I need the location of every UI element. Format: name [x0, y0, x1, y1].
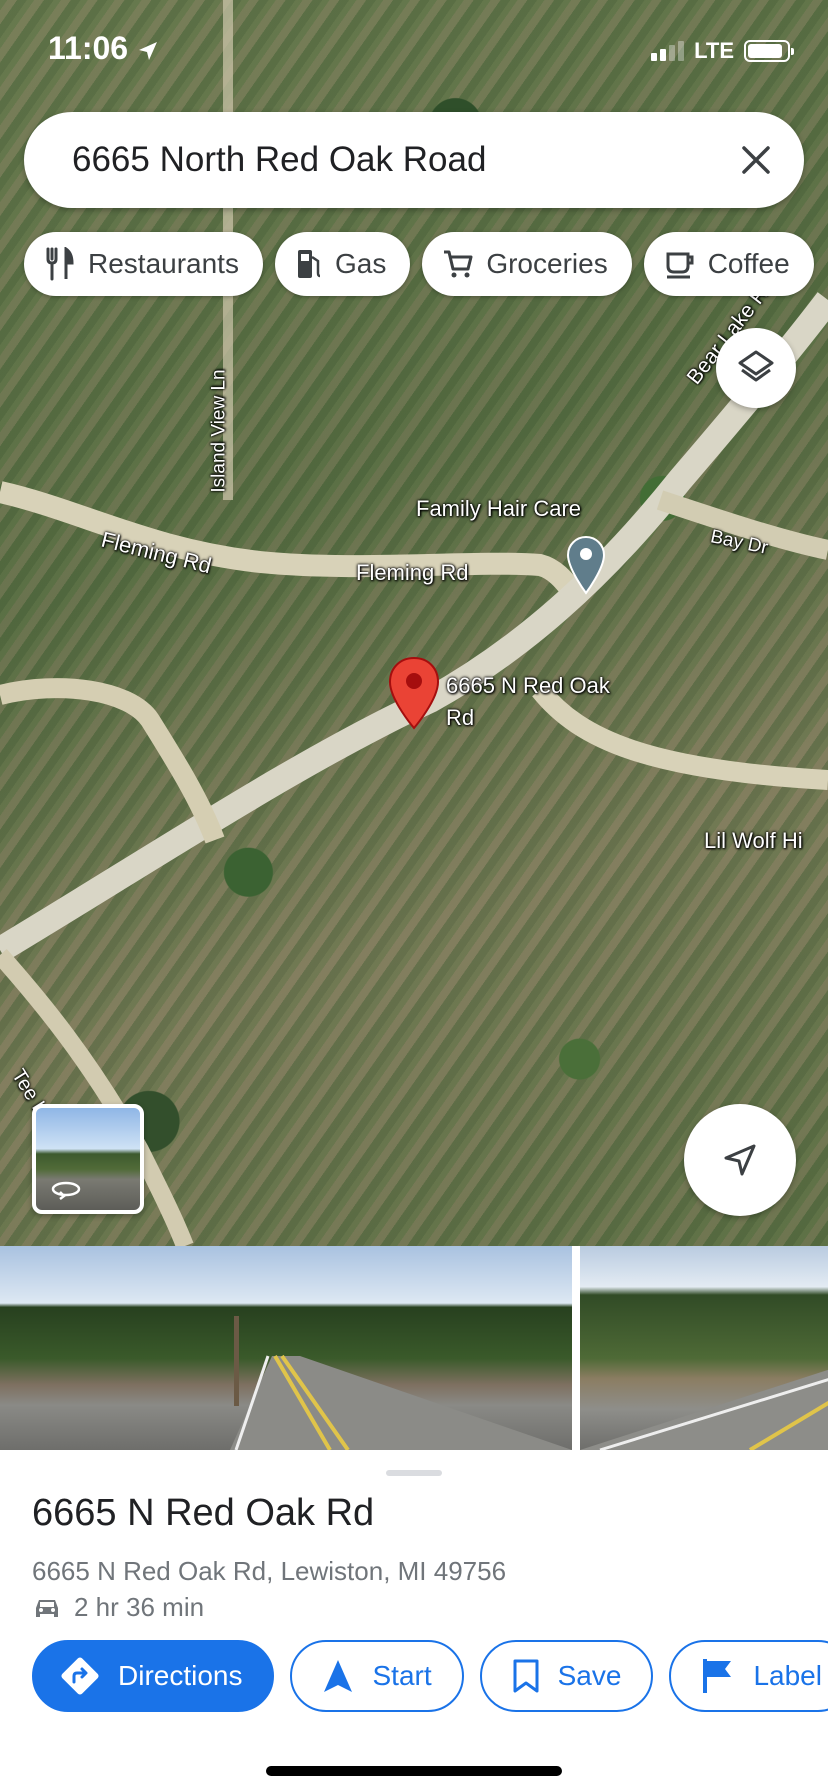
label-label: Label: [753, 1660, 822, 1691]
start-label: Start: [372, 1660, 432, 1691]
layers-icon: [738, 350, 774, 382]
chip-restaurants[interactable]: Restaurants: [24, 232, 263, 296]
status-indicators: LTE: [651, 38, 794, 64]
chip-label: Restaurants: [88, 248, 239, 279]
navigation-arrow-icon: [724, 1144, 756, 1176]
category-chips: Restaurants Gas Groceries Coffee: [24, 232, 814, 296]
label-button[interactable]: Label: [669, 1640, 828, 1712]
chip-label: Gas: [334, 248, 387, 279]
street-view-photo[interactable]: [0, 1246, 572, 1450]
pin-label-line-2: Rd: [446, 705, 475, 730]
chip-label: Groceries: [486, 248, 608, 279]
drive-time: 2 hr 36 min: [74, 1592, 205, 1622]
street-view-photo[interactable]: [580, 1246, 828, 1450]
map-label-lil-wolf: Lil Wolf Hi: [704, 828, 803, 853]
location-arrow-icon: [138, 41, 157, 60]
pin-label[interactable]: 6665 N Red Oak Rd: [446, 670, 610, 734]
close-icon[interactable]: [736, 140, 776, 180]
status-time: 11:06: [48, 30, 159, 67]
place-address: 6665 N Red Oak Rd, Lewiston, MI 49756: [32, 1556, 507, 1586]
battery-icon: [744, 40, 794, 62]
red-location-pin-icon[interactable]: [388, 656, 440, 730]
signal-strength-icon: [651, 41, 685, 61]
sheet-drag-handle[interactable]: [386, 1470, 442, 1476]
place-sheet[interactable]: 6665 N Red Oak Rd 6665 N Red Oak Rd, Lew…: [0, 1450, 828, 1792]
gas-pump-icon: [297, 250, 321, 278]
fork-knife-icon: [46, 247, 74, 281]
place-title: 6665 N Red Oak Rd: [32, 1492, 375, 1534]
chip-gas[interactable]: Gas: [274, 232, 411, 296]
chip-label: Coffee: [707, 248, 790, 279]
my-location-button[interactable]: [684, 1104, 796, 1216]
save-label: Save: [557, 1660, 622, 1691]
directions-icon: [61, 1657, 99, 1695]
road-image: [580, 1369, 828, 1450]
map-label-family-hair-care[interactable]: Family Hair Care: [416, 496, 581, 522]
navigation-start-icon: [324, 1660, 353, 1692]
business-pin-icon[interactable]: [566, 535, 606, 595]
home-indicator[interactable]: [266, 1766, 562, 1776]
road-image: [230, 1316, 572, 1450]
start-button[interactable]: Start: [290, 1640, 464, 1712]
chip-groceries[interactable]: Groceries: [422, 232, 632, 296]
rotate-360-icon: [51, 1181, 81, 1200]
save-button[interactable]: Save: [479, 1640, 654, 1712]
search-input[interactable]: 6665 North Red Oak Road: [72, 140, 736, 180]
street-view-thumbnail[interactable]: [32, 1104, 144, 1214]
network-type: LTE: [694, 38, 734, 63]
directions-label: Directions: [118, 1660, 243, 1691]
street-view-photos[interactable]: [0, 1246, 828, 1450]
directions-button[interactable]: Directions: [32, 1640, 275, 1712]
map-label-fleming-rd-2: Fleming Rd: [356, 560, 469, 585]
coffee-cup-icon: [666, 252, 694, 279]
status-time-text: 11:06: [48, 30, 129, 66]
status-bar: 11:06 LTE: [0, 0, 828, 100]
drive-time-row: 2 hr 36 min: [32, 1592, 204, 1623]
map-label-island-view-ln: Island View Ln: [208, 369, 230, 493]
pin-label-line-1: 6665 N Red Oak: [446, 673, 610, 698]
search-bar[interactable]: 6665 North Red Oak Road: [24, 112, 804, 208]
layers-button[interactable]: [716, 328, 796, 408]
flag-icon: [703, 1659, 732, 1693]
bookmark-icon: [513, 1659, 539, 1693]
cart-icon: [444, 250, 473, 278]
action-buttons: Directions Start Save Label: [32, 1640, 828, 1712]
car-icon: [36, 1599, 58, 1617]
chip-coffee[interactable]: Coffee: [643, 232, 814, 296]
